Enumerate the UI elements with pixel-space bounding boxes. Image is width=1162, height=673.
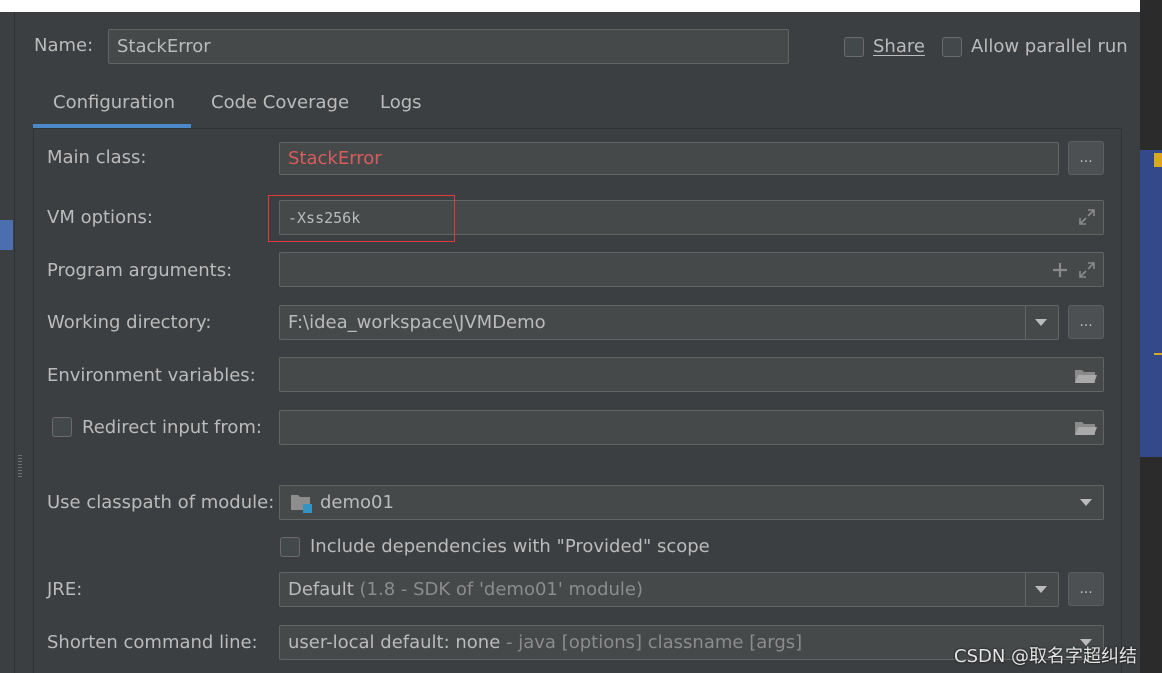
name-input[interactable]: StackError <box>108 29 789 64</box>
redirect-input-checkbox[interactable] <box>52 417 72 437</box>
splitter-grip[interactable] <box>18 455 22 479</box>
vm-options-highlight-box <box>268 195 455 242</box>
share-label[interactable]: Share <box>873 36 925 57</box>
include-dependencies-checkbox[interactable] <box>280 537 300 557</box>
jre-separator <box>1025 573 1026 606</box>
shorten-command-line-label: Shorten command line: <box>47 632 258 653</box>
left-config-tree-edge <box>0 12 15 673</box>
plus-icon[interactable] <box>1051 261 1069 279</box>
shorten-command-line-detail: - java [options] classname [args] <box>506 632 803 653</box>
working-directory-combobox[interactable]: F:\idea_workspace\JVMDemo <box>279 305 1059 340</box>
jre-browse-button[interactable]: ... <box>1068 572 1104 606</box>
allow-parallel-checkbox[interactable] <box>942 37 962 57</box>
classpath-module-combobox[interactable]: demo01 <box>279 485 1104 520</box>
jre-value: Default <box>288 579 354 600</box>
jre-label: JRE: <box>47 579 83 600</box>
redirect-input-field[interactable] <box>279 410 1104 445</box>
name-label: Name: <box>34 35 94 56</box>
working-directory-value: F:\idea_workspace\JVMDemo <box>288 312 546 333</box>
program-arguments-label: Program arguments: <box>47 260 233 281</box>
allow-parallel-label[interactable]: Allow parallel run <box>971 36 1128 57</box>
chevron-down-icon[interactable] <box>1080 499 1092 506</box>
main-class-label: Main class: <box>47 147 147 168</box>
right-marker-top <box>1154 153 1162 167</box>
working-directory-separator <box>1025 306 1026 339</box>
module-icon <box>291 495 312 513</box>
tab-configuration[interactable]: Configuration <box>53 92 175 113</box>
chevron-down-icon[interactable] <box>1035 586 1047 593</box>
share-checkbox[interactable] <box>844 37 864 57</box>
program-arguments-input[interactable] <box>279 252 1104 287</box>
tab-code-coverage[interactable]: Code Coverage <box>211 92 349 113</box>
right-editor-selection <box>1140 150 1162 457</box>
environment-variables-label: Environment variables: <box>47 365 256 386</box>
include-dependencies-label[interactable]: Include dependencies with "Provided" sco… <box>310 536 710 557</box>
jre-combobox[interactable]: Default (1.8 - SDK of 'demo01' module) <box>279 572 1059 607</box>
main-class-input[interactable]: StackError <box>279 142 1059 175</box>
classpath-module-value: demo01 <box>320 492 394 513</box>
right-marker-mid <box>1154 353 1162 355</box>
redirect-input-label[interactable]: Redirect input from: <box>82 417 262 438</box>
environment-variables-input[interactable] <box>279 357 1104 392</box>
jre-detail: (1.8 - SDK of 'demo01' module) <box>359 579 644 600</box>
left-selected-item-marker <box>0 220 13 250</box>
window-top-edge <box>0 0 1140 12</box>
name-input-value: StackError <box>117 36 211 57</box>
main-class-browse-button[interactable]: ... <box>1068 141 1104 175</box>
main-class-value: StackError <box>288 148 382 169</box>
folder-icon[interactable] <box>1074 367 1098 385</box>
shorten-command-line-value: user-local default: none <box>288 632 501 653</box>
chevron-down-icon[interactable] <box>1035 319 1047 326</box>
working-directory-browse-button[interactable]: ... <box>1068 305 1104 339</box>
csdn-watermark: CSDN @取名字超纠结 <box>954 646 1138 667</box>
expand-icon[interactable] <box>1078 261 1096 279</box>
expand-icon[interactable] <box>1078 208 1096 226</box>
working-directory-label: Working directory: <box>47 312 212 333</box>
classpath-module-label: Use classpath of module: <box>47 492 275 513</box>
vm-options-label: VM options: <box>47 207 153 228</box>
folder-icon[interactable] <box>1074 419 1098 437</box>
tab-logs[interactable]: Logs <box>380 92 422 113</box>
